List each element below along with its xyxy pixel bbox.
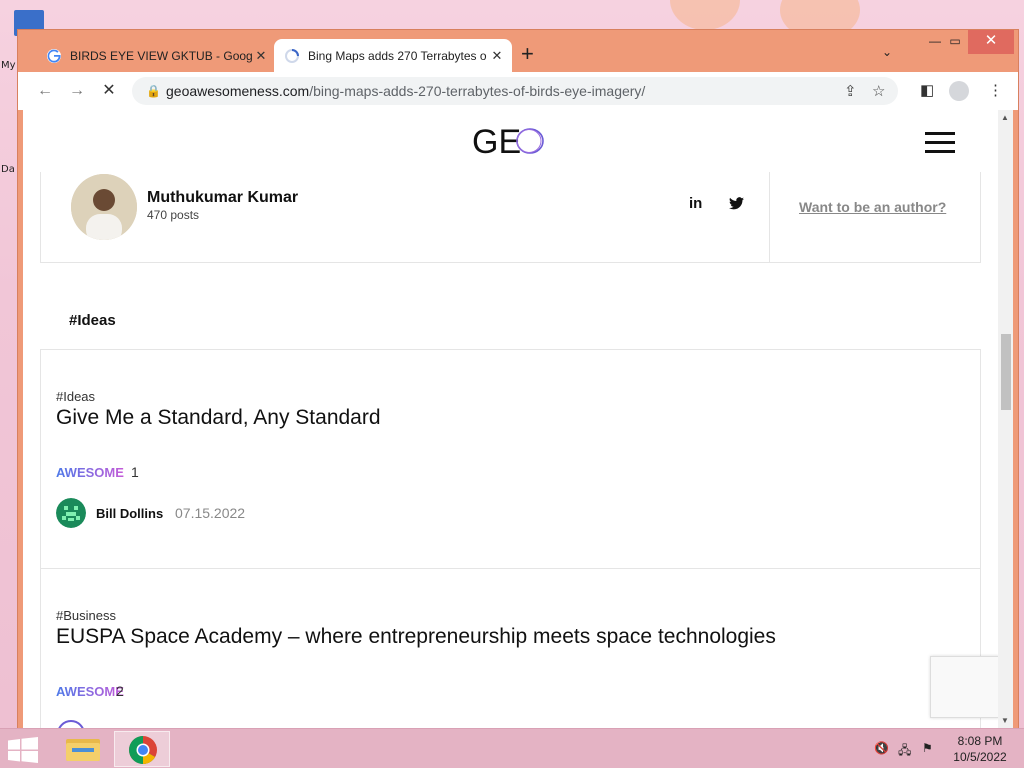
author-box: Muthukumar Kumar 470 posts in Want to be… [40, 172, 981, 263]
tab-title: Bing Maps adds 270 Terrabytes o [308, 48, 487, 63]
article-date: 07.15.2022 [175, 505, 246, 521]
kebab-menu-icon[interactable]: ⋮ [988, 81, 1003, 99]
awesome-badge[interactable]: AWESOME [56, 684, 124, 699]
url-path: /bing-maps-adds-270-terrabytes-of-birds-… [309, 83, 646, 99]
loading-spinner-icon [285, 48, 299, 63]
web-page: GE Muthukumar Kumar 470 posts in Want to… [23, 110, 1013, 730]
article-tag[interactable]: #Ideas [56, 389, 95, 404]
lock-icon: 🔒 [146, 84, 161, 98]
new-tab-button[interactable]: + [521, 43, 534, 65]
site-logo-text[interactable]: GE [472, 123, 521, 162]
taskbar-clock[interactable]: 8:08 PM 10/5/2022 [950, 733, 1010, 765]
author-post-count: 470 posts [147, 208, 200, 222]
twitter-icon[interactable] [729, 197, 744, 210]
share-icon[interactable]: ⇪ [844, 82, 857, 100]
want-to-be-author-link[interactable]: Want to be an author? [799, 199, 946, 215]
article-title[interactable]: Give Me a Standard, Any Standard [56, 406, 381, 430]
author-name[interactable]: Muthukumar Kumar [147, 189, 298, 207]
awesome-count: 2 [116, 683, 124, 699]
desktop-icon-label: My [1, 60, 16, 71]
clock-time: 8:08 PM [957, 734, 1003, 748]
tab-title: BIRDS EYE VIEW GKTUB - Google [70, 48, 252, 63]
wallpaper-shape [670, 0, 740, 30]
tab-close-icon[interactable]: ✕ [252, 48, 270, 64]
tab-strip: BIRDS EYE VIEW GKTUB - Google ✕ Bing Map… [18, 30, 1018, 72]
back-arrow-icon[interactable]: ← [34, 80, 56, 102]
tag-heading: #Ideas [69, 312, 116, 329]
divider [769, 172, 770, 262]
url-host: geoawesomeness.com [166, 83, 310, 99]
hamburger-menu-icon[interactable] [925, 132, 957, 154]
tab-search-chevron-icon[interactable]: ⌄ [882, 45, 892, 59]
maximize-button[interactable]: ▭ [938, 30, 972, 54]
recaptcha-badge[interactable] [930, 656, 1000, 718]
stop-loading-icon[interactable]: ✕ [98, 80, 120, 102]
author-avatar[interactable] [71, 174, 137, 240]
article-tag[interactable]: #Business [56, 608, 116, 623]
url-text[interactable]: geoawesomeness.com/bing-maps-adds-270-te… [166, 83, 645, 99]
clock-date: 10/5/2022 [953, 750, 1007, 764]
browser-window: BIRDS EYE VIEW GKTUB - Google ✕ Bing Map… [17, 29, 1019, 730]
site-logo-o-icon[interactable] [515, 126, 545, 156]
tab-close-icon[interactable]: ✕ [488, 48, 506, 64]
network-icon[interactable]: 🖧 [898, 741, 911, 762]
close-window-button[interactable]: ✕ [968, 30, 1014, 54]
chrome-taskbar-button[interactable] [114, 731, 170, 767]
author-avatar[interactable] [56, 498, 86, 528]
article-card[interactable]: #Business EUSPA Space Academy – where en… [40, 568, 981, 730]
profile-icon[interactable] [949, 81, 969, 101]
article-author[interactable]: Bill Dollins [96, 506, 163, 521]
article-title[interactable]: EUSPA Space Academy – where entrepreneur… [56, 625, 776, 649]
address-bar[interactable]: 🔒 geoawesomeness.com/bing-maps-adds-270-… [132, 77, 898, 105]
side-panel-icon[interactable]: ◧ [920, 81, 934, 99]
desktop-icon-label: Da [1, 164, 15, 175]
star-icon[interactable]: ☆ [872, 82, 885, 100]
chrome-icon [129, 736, 157, 764]
article-card[interactable]: #Ideas Give Me a Standard, Any Standard … [40, 349, 981, 569]
file-explorer-icon[interactable] [55, 731, 111, 767]
taskbar: 🔇 🖧 ⚑ 8:08 PM 10/5/2022 [0, 728, 1024, 768]
scroll-down-icon[interactable]: ▼ [1001, 716, 1009, 725]
tab-birds-eye-view[interactable]: BIRDS EYE VIEW GKTUB - Google ✕ [36, 39, 276, 72]
google-favicon-icon [47, 48, 61, 63]
volume-muted-icon[interactable]: 🔇 [874, 741, 889, 755]
linkedin-icon[interactable]: in [689, 195, 702, 212]
tab-bing-maps[interactable]: Bing Maps adds 270 Terrabytes o ✕ [274, 39, 512, 72]
page-scrollbar[interactable]: ▲ ▼ [998, 110, 1013, 730]
scroll-up-icon[interactable]: ▲ [1001, 113, 1009, 122]
windows-start-icon[interactable] [8, 737, 38, 763]
action-center-icon[interactable]: ⚑ [922, 741, 933, 755]
awesome-count: 1 [131, 464, 139, 480]
forward-arrow-icon[interactable]: → [66, 80, 88, 102]
awesome-badge[interactable]: AWESOME [56, 465, 124, 480]
browser-toolbar: ← → ✕ 🔒 geoawesomeness.com/bing-maps-add… [18, 72, 1018, 110]
scroll-thumb[interactable] [1001, 334, 1011, 410]
